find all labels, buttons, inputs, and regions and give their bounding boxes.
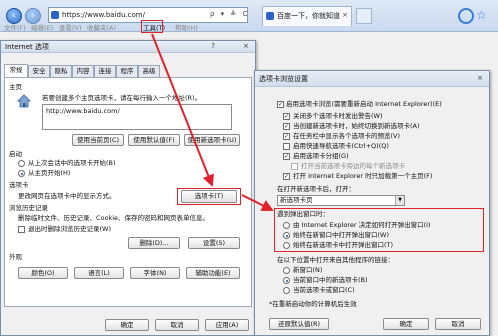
arrow-tabs-to-popup-group [241, 194, 274, 211]
arrow-tools-to-tabs-button [151, 33, 214, 187]
annotation-arrows [151, 33, 274, 211]
